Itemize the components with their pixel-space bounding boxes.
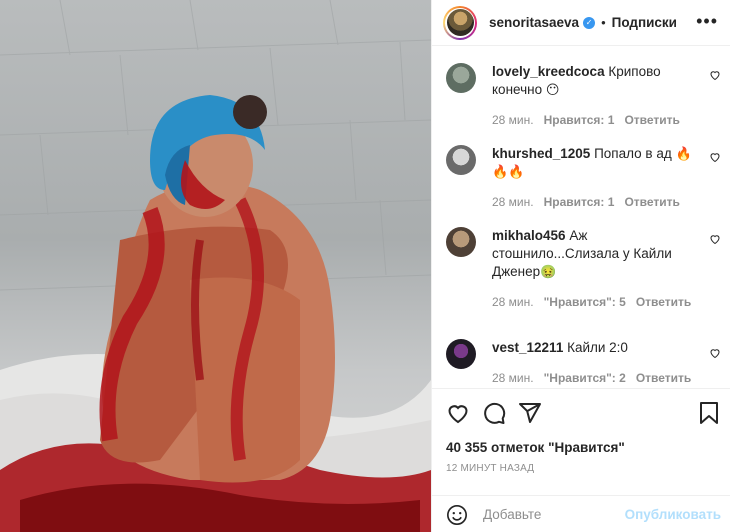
likes-count[interactable]: 40 355 отметок "Нравится" [446,440,625,455]
author-avatar[interactable] [443,5,477,40]
like-comment-icon[interactable] [709,233,721,245]
comment-likes[interactable]: "Нравится": 5 [544,293,626,311]
add-comment-input[interactable]: Добавьте [483,507,541,522]
comment-username[interactable]: lovely_kreedcoca [492,64,605,79]
action-icons [446,401,718,427]
comment-username[interactable]: mikhalo456 [492,228,566,243]
comment-username[interactable]: vest_12211 [492,340,563,355]
commenter-avatar[interactable] [446,339,476,369]
comment-text: Крипово [608,64,661,79]
comment-username[interactable]: khurshed_1205 [492,146,590,161]
comment-meta: 28 мин. Нравится: 1 Ответить [492,193,702,211]
comment-text: Попало в ад [594,146,672,161]
post-header: senoritasaeva ✓ • Подписки ••• [432,0,730,46]
comments-list[interactable]: lovely_kreedcoca Крипово конечно 😶 28 ми… [432,47,730,387]
comment-time[interactable]: 28 мин. [492,193,534,211]
like-comment-icon[interactable] [709,151,721,163]
reply-button[interactable]: Ответить [636,293,691,311]
comment-likes[interactable]: "Нравится": 2 [544,369,626,387]
comment-text: Кайли 2:0 [567,340,628,355]
reply-button[interactable]: Ответить [624,111,679,129]
bookmark-icon[interactable] [698,401,720,425]
post-time[interactable]: 12 МИНУТ НАЗАД [446,463,534,474]
verified-icon: ✓ [583,16,596,29]
publish-button[interactable]: Опубликовать [625,507,721,522]
comment-body: khurshed_1205 Попало в ад 🔥 🔥🔥 28 мин. Н… [492,145,702,211]
heart-icon[interactable] [446,401,470,425]
comment-emoji: 😶 [545,82,560,97]
post-modal: senoritasaeva ✓ • Подписки ••• lovely_kr… [0,0,730,532]
post-side-panel: senoritasaeva ✓ • Подписки ••• lovely_kr… [431,0,730,532]
share-icon[interactable] [518,401,542,425]
comment-meta: 28 мин. Нравится: 1 Ответить [492,111,702,129]
reply-button[interactable]: Ответить [636,369,691,387]
separator-dot: • [601,15,606,30]
commenter-avatar[interactable] [446,227,476,257]
add-comment-bar: Добавьте Опубликовать [432,495,730,532]
comment-text: Аж [569,228,588,243]
like-comment-icon[interactable] [709,69,721,81]
comment-time[interactable]: 28 мин. [492,293,534,311]
comment-text: Дженер [492,264,541,279]
author-avatar-image [446,9,474,36]
comment-emoji: 🔥🔥 [492,164,525,179]
emoji-icon[interactable] [446,504,468,526]
following-button[interactable]: Подписки [612,15,677,30]
reply-button[interactable]: Ответить [624,193,679,211]
comment-body: mikhalo456 Аж стошнило...Слизала у Кайли… [492,227,702,311]
comment-text: стошнило...Слизала у Кайли [492,246,672,261]
comment-time[interactable]: 28 мин. [492,111,534,129]
photo-illustration [0,0,431,532]
comment-icon[interactable] [482,401,506,425]
comment-meta: 28 мин. "Нравится": 5 Ответить [492,293,702,311]
comment-meta: 28 мин. "Нравится": 2 Ответить [492,369,702,387]
comment-emoji: 🔥 [675,146,692,161]
comment-likes[interactable]: Нравится: 1 [544,111,615,129]
more-icon[interactable]: ••• [696,12,718,30]
like-comment-icon[interactable] [709,347,721,359]
comment-text: конечно [492,82,543,97]
post-photo[interactable] [0,0,431,532]
comment-body: lovely_kreedcoca Крипово конечно 😶 28 ми… [492,63,702,129]
commenter-avatar[interactable] [446,63,476,93]
comment-body: vest_12211 Кайли 2:0 28 мин. "Нравится":… [492,339,702,387]
comment-likes[interactable]: Нравится: 1 [544,193,615,211]
comment-time[interactable]: 28 мин. [492,369,534,387]
commenter-avatar[interactable] [446,145,476,175]
author-username[interactable]: senoritasaeva [489,15,579,30]
post-actions: 40 355 отметок "Нравится" 12 МИНУТ НАЗАД… [432,388,730,532]
comment-emoji: 🤢 [540,264,557,279]
